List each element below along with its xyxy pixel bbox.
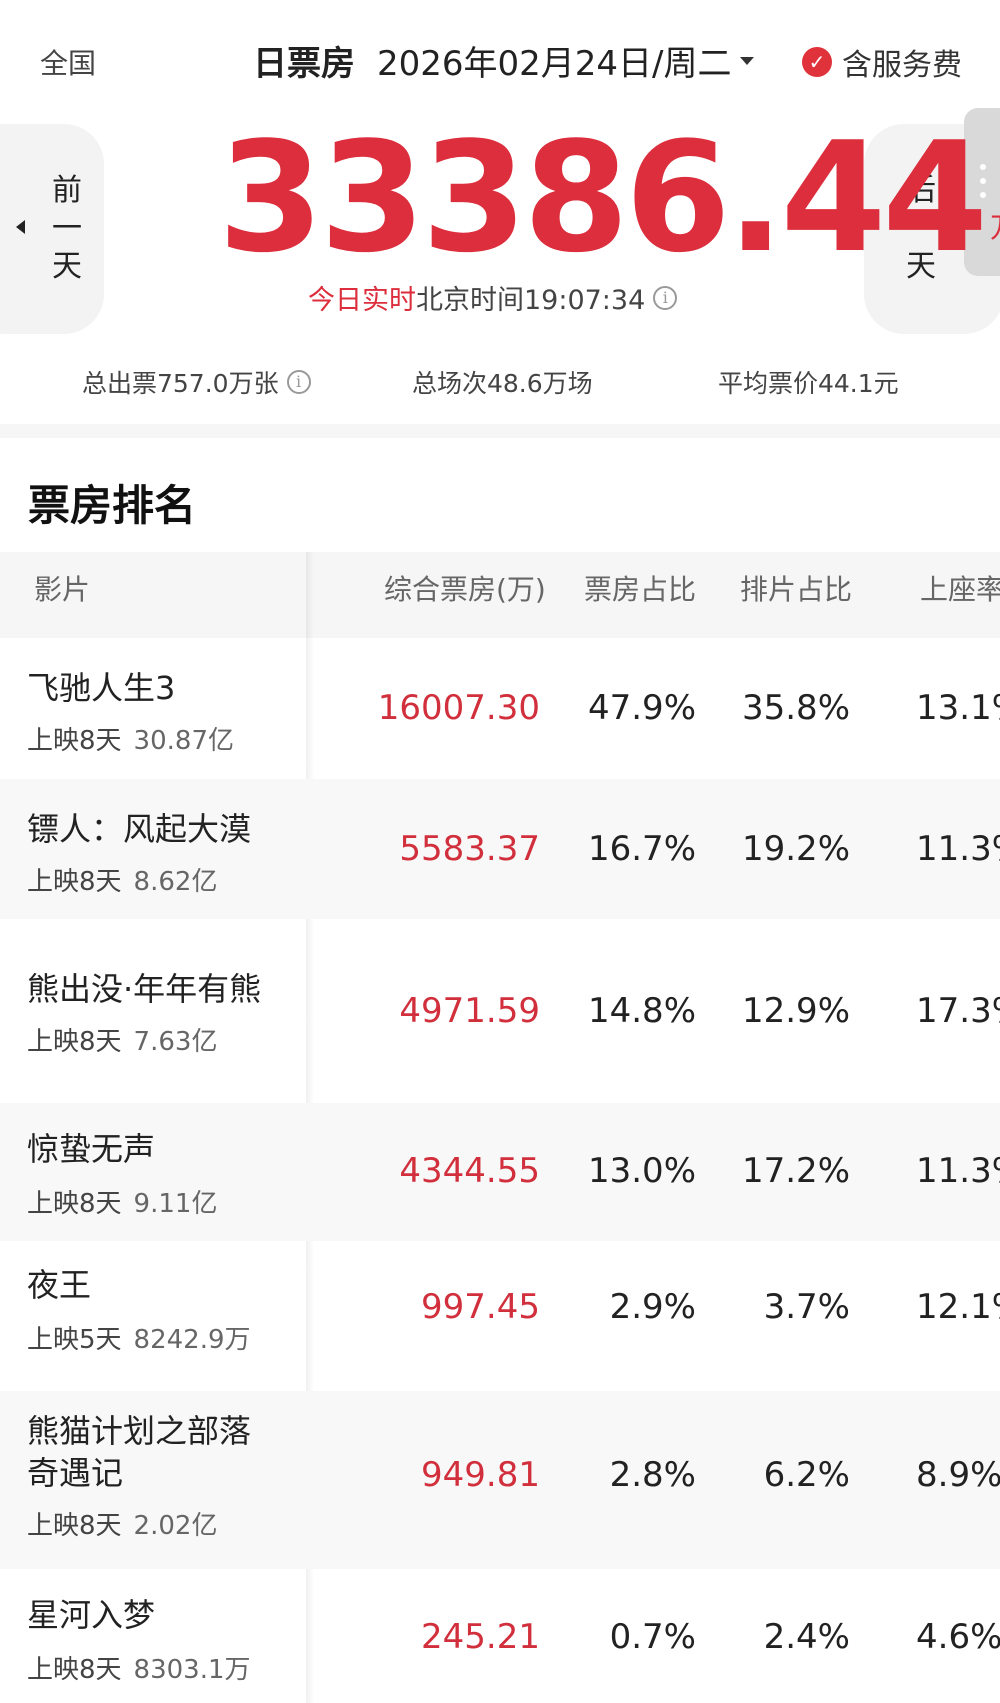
realtime-time: 北京时间19:07:34 bbox=[416, 285, 646, 316]
section-divider bbox=[0, 424, 1000, 438]
page-title: 日票房 bbox=[253, 44, 355, 84]
column-header-film[interactable]: 影片 bbox=[34, 568, 90, 608]
previous-day-button[interactable]: 前 一 天 bbox=[0, 124, 104, 334]
occupancy-value: 11.3% bbox=[916, 1151, 1000, 1191]
total-shows-stat: 总场次48.6万场 bbox=[412, 369, 593, 398]
box-office-value: 4971.59 bbox=[399, 991, 540, 1031]
service-fee-toggle[interactable]: ✓ 含服务费 bbox=[802, 40, 962, 84]
sched-share-value: 35.8% bbox=[741, 688, 850, 728]
occupancy-value: 8.9% bbox=[916, 1455, 1000, 1495]
occupancy-value: 11.3% bbox=[916, 829, 1000, 869]
bo-share-value: 2.9% bbox=[609, 1287, 696, 1327]
film-name-line2: 奇遇记 bbox=[27, 1454, 124, 1492]
avg-price-stat: 平均票价44.1元 bbox=[718, 369, 899, 398]
info-icon[interactable]: i bbox=[653, 285, 678, 310]
sched-share-value: 3.7% bbox=[763, 1287, 850, 1327]
film-release-info: 上映8天 8.62亿 bbox=[27, 867, 218, 897]
total-box-office-unit: 万 bbox=[990, 206, 1000, 246]
film-name: 星河入梦 bbox=[27, 1596, 156, 1634]
box-office-value: 997.45 bbox=[421, 1287, 540, 1327]
ranking-title: 票房排名 bbox=[28, 481, 197, 530]
info-icon[interactable]: i bbox=[286, 370, 311, 394]
occupancy-value: 12.1% bbox=[916, 1287, 1000, 1327]
film-name: 飞驰人生3 bbox=[27, 669, 176, 707]
film-name: 熊出没·年年有熊 bbox=[27, 970, 262, 1008]
sched-share-value: 6.2% bbox=[763, 1455, 850, 1495]
occupancy-value: 17.3% bbox=[916, 991, 1000, 1031]
table-row[interactable]: 镖人：风起大漠 上映8天 8.62亿 5583.37 16.7% 19.2% 11… bbox=[0, 779, 1000, 919]
date-label: 2026年02月24日/周二 bbox=[377, 44, 732, 84]
table-row[interactable]: 熊猫计划之部落 奇遇记 上映8天 2.02亿 949.81 2.8% 6.2% 8… bbox=[0, 1391, 1000, 1569]
box-office-value: 16007.30 bbox=[377, 688, 540, 728]
sched-share-value: 17.2% bbox=[741, 1151, 850, 1191]
chevron-down-icon bbox=[739, 56, 754, 65]
film-release-info: 上映8天 8303.1万 bbox=[27, 1655, 251, 1685]
total-tickets-stat: 总出票757.0万张 i bbox=[82, 364, 311, 400]
film-release-info: 上映8天 9.11亿 bbox=[27, 1189, 218, 1219]
summary-stats: 总出票757.0万张 i 总场次48.6万场 平均票价44.1元 bbox=[0, 356, 1000, 406]
bo-share-value: 14.8% bbox=[587, 991, 696, 1031]
column-header-occupancy[interactable]: 上座率 bbox=[920, 568, 1000, 608]
sched-share-value: 2.4% bbox=[763, 1617, 850, 1657]
arrow-left-icon bbox=[16, 220, 25, 234]
film-release-info: 上映8天 2.02亿 bbox=[27, 1511, 218, 1541]
film-name: 镖人：风起大漠 bbox=[27, 810, 252, 848]
table-row[interactable]: 星河入梦 上映8天 8303.1万 245.21 0.7% 2.4% 4.6% bbox=[0, 1569, 1000, 1703]
realtime-status: 今日实时 北京时间19:07:34 i bbox=[308, 278, 678, 317]
occupancy-value: 4.6% bbox=[916, 1617, 1000, 1657]
column-header-sched-share[interactable]: 排片占比 bbox=[740, 568, 852, 608]
table-row[interactable]: 熊出没·年年有熊 上映8天 7.63亿 4971.59 14.8% 12.9% 1… bbox=[0, 919, 1000, 1103]
table-header: 影片 综合票房(万) 票房占比 排片占比 上座率 bbox=[0, 552, 1000, 638]
table-row[interactable]: 飞驰人生3 上映8天 30.87亿 16007.30 47.9% 35.8% 13… bbox=[0, 638, 1000, 779]
film-name-line1: 熊猫计划之部落 bbox=[27, 1412, 252, 1450]
sched-share-value: 19.2% bbox=[741, 829, 850, 869]
table-row[interactable]: 夜王 上映5天8242.9万 997.45 2.9% 3.7% 12.1% bbox=[0, 1241, 1000, 1391]
sched-share-value: 12.9% bbox=[741, 991, 850, 1031]
previous-day-label: 前 一 天 bbox=[52, 173, 82, 284]
column-header-box-office[interactable]: 综合票房(万) bbox=[384, 568, 546, 608]
film-name: 惊蛰无声 bbox=[27, 1130, 156, 1168]
film-release-info: 上映8天 7.63亿 bbox=[27, 1027, 218, 1057]
occupancy-value: 13.1% bbox=[916, 688, 1000, 728]
realtime-label: 今日实时 bbox=[308, 285, 416, 316]
checkmark-icon: ✓ bbox=[802, 47, 832, 77]
region-selector[interactable]: 全国 bbox=[40, 42, 96, 82]
top-bar: 全国 日票房 2026年02月24日/周二 ✓ 含服务费 bbox=[0, 0, 1000, 118]
box-office-value: 949.81 bbox=[421, 1455, 540, 1495]
table-row[interactable]: 惊蛰无声 上映8天9.11亿 4344.55 13.0% 17.2% 11.3% bbox=[0, 1103, 1000, 1241]
total-box-office: 33386.44 万 bbox=[218, 109, 1000, 286]
bo-share-value: 16.7% bbox=[587, 829, 696, 869]
bo-share-value: 13.0% bbox=[587, 1151, 696, 1191]
date-selector[interactable]: 日票房 2026年02月24日/周二 bbox=[253, 36, 754, 85]
total-box-office-value: 33386.44 bbox=[218, 109, 988, 286]
film-release-info: 上映8天 30.87亿 bbox=[27, 726, 234, 756]
column-header-bo-share[interactable]: 票房占比 bbox=[584, 568, 696, 608]
bo-share-value: 2.8% bbox=[609, 1455, 696, 1495]
box-office-page: 全国 日票房 2026年02月24日/周二 ✓ 含服务费 前 一 天 后 一 天 bbox=[0, 0, 1000, 1703]
service-fee-label: 含服务费 bbox=[842, 48, 962, 83]
film-name: 夜王 bbox=[27, 1266, 92, 1304]
bo-share-value: 47.9% bbox=[587, 688, 696, 728]
box-office-value: 245.21 bbox=[421, 1617, 540, 1657]
film-release-info: 上映5天 8242.9万 bbox=[27, 1325, 251, 1355]
box-office-value: 5583.37 bbox=[399, 829, 540, 869]
box-office-value: 4344.55 bbox=[399, 1151, 540, 1191]
bo-share-value: 0.7% bbox=[609, 1617, 696, 1657]
